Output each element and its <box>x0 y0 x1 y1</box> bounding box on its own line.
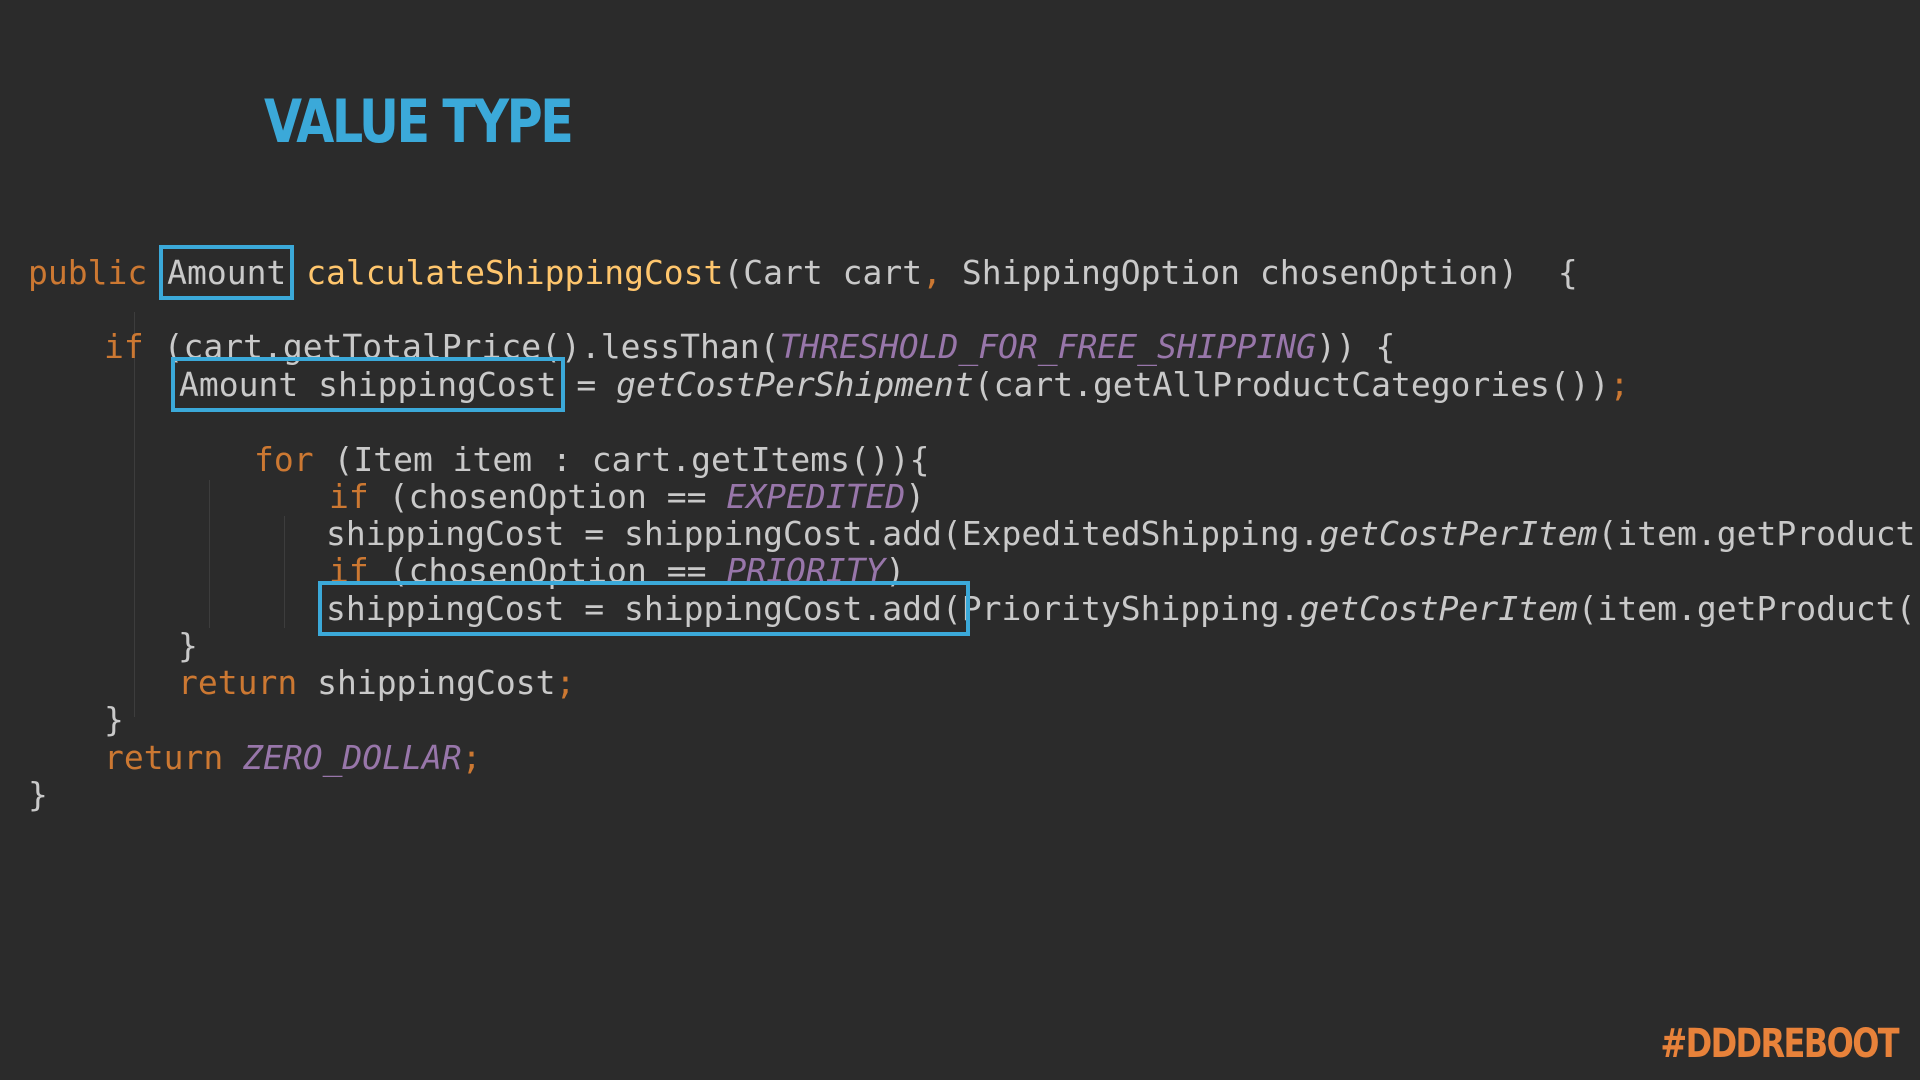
call-args: (item.getProduct())) <box>1577 589 1920 628</box>
highlight-return-type: Amount <box>159 245 295 300</box>
static-call: getCostPerItem <box>1299 589 1578 628</box>
hashtag: #DDDREBOOT <box>1660 1021 1899 1067</box>
call-args: (cart.getAllProductCategories()) <box>973 365 1610 404</box>
code-line-declare-shipping-cost: Amount shippingCost = getCostPerShipment… <box>28 357 1630 412</box>
code-line-add-priority: shippingCost = shippingCost.add(Priority… <box>28 581 1920 636</box>
constant-zero-dollar: ZERO_DOLLAR <box>243 738 462 777</box>
constant-expedited: EXPEDITED <box>726 477 906 516</box>
keyword-return: return <box>178 663 298 702</box>
semicolon: ; <box>461 738 482 777</box>
condition-end: )) { <box>1315 327 1396 366</box>
code-line-if-priority: if (chosenOption == PRIORITY) <box>28 551 905 591</box>
code-line-close-method: } <box>28 775 48 815</box>
condition: (chosenOption == <box>368 551 727 590</box>
method-params: (Cart cart <box>723 253 923 292</box>
statement: PriorityShipping. <box>961 589 1300 628</box>
code-block: public Amount calculateShippingCost(Cart… <box>28 0 1920 1080</box>
code-line-method-signature: public Amount calculateShippingCost(Cart… <box>28 245 1578 300</box>
assign: = <box>556 365 617 404</box>
condition: (cart.getTotalPrice().lessThan( <box>143 327 780 366</box>
return-value: shippingCost <box>297 663 556 702</box>
keyword-if: if <box>329 551 369 590</box>
code-line-close-if: } <box>28 700 124 740</box>
semicolon: ; <box>1609 365 1630 404</box>
keyword-return: return <box>104 738 224 777</box>
code-line-close-for: } <box>28 626 198 666</box>
semicolon: ; <box>555 663 576 702</box>
constant-priority: PRIORITY <box>726 551 886 590</box>
keyword-for: for <box>254 440 314 479</box>
code-line-return-zero: return ZERO_DOLLAR; <box>28 738 482 778</box>
closing-brace: } <box>28 775 48 814</box>
keyword-if: if <box>329 477 369 516</box>
comma: , <box>922 253 942 292</box>
statement: shippingCost = shippingCost.add(Expedite… <box>326 514 1320 553</box>
highlight-variable-declaration: Amount shippingCost <box>171 357 565 412</box>
constant-threshold: THRESHOLD_FOR_FREE_SHIPPING <box>779 327 1316 366</box>
code-line-if-expedited: if (chosenOption == EXPEDITED) <box>28 477 925 517</box>
code-line-if-threshold: if (cart.getTotalPrice().lessThan(THRESH… <box>28 327 1395 367</box>
condition-end: ) <box>885 551 906 590</box>
code-line-for-loop: for (Item item : cart.getItems()){ <box>28 440 930 480</box>
call-args: (item.getProduct())) <box>1597 514 1920 553</box>
code-line-return-shipping-cost: return shippingCost; <box>28 663 575 703</box>
keyword-if: if <box>104 327 144 366</box>
loop-header: (Item item : cart.getItems()){ <box>313 440 930 479</box>
method-params: ShippingOption chosenOption) { <box>941 253 1578 292</box>
keyword-public: public <box>28 253 148 292</box>
method-name: calculateShippingCost <box>306 253 724 292</box>
static-call: getCostPerItem <box>1319 514 1598 553</box>
static-call: getCostPerShipment <box>616 365 974 404</box>
condition-end: ) <box>905 477 926 516</box>
highlight-immutable-add: shippingCost = shippingCost.add( <box>318 581 970 636</box>
slide: VALUE TYPE public Amount calculateShippi… <box>0 0 1920 1080</box>
closing-brace: } <box>178 626 198 665</box>
closing-brace: } <box>104 700 124 739</box>
condition: (chosenOption == <box>368 477 727 516</box>
code-line-add-expedited: shippingCost = shippingCost.add(Expedite… <box>28 514 1920 554</box>
